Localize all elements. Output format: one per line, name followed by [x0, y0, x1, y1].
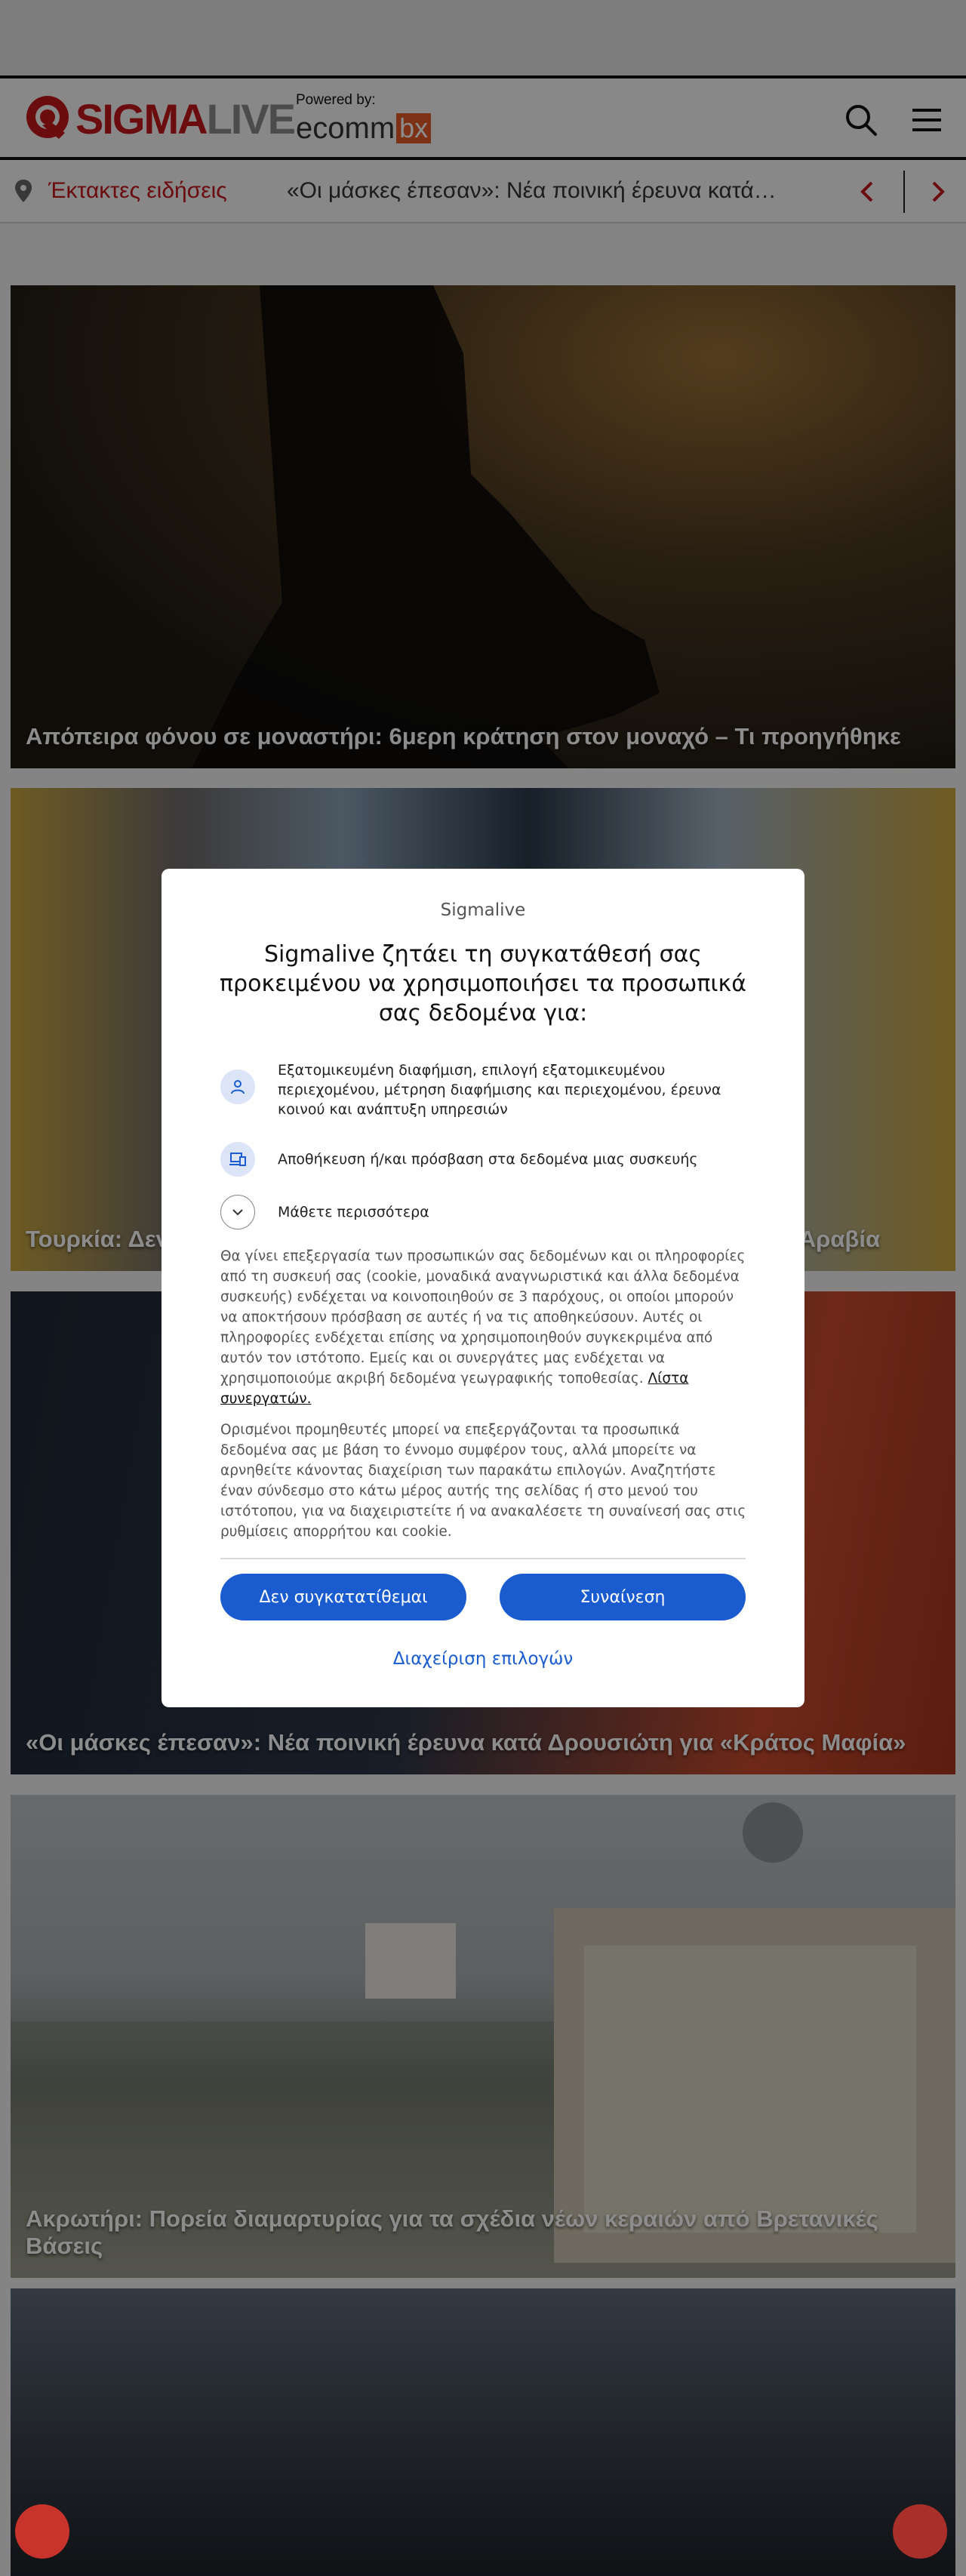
consent-purpose: Εξατομικευμένη διαφήμιση, επιλογή εξατομ…: [220, 1060, 749, 1119]
manage-options-link[interactable]: Διαχείριση επιλογών: [162, 1649, 804, 1669]
accessibility-icon[interactable]: [15, 2504, 69, 2559]
purpose-text: Αποθήκευση ή/και πρόσβαση στα δεδομένα μ…: [278, 1151, 698, 1168]
consent-dialog: Sigmalive Sigmalive ζητάει τη συγκατάθεσ…: [162, 869, 804, 1707]
consent-title: Sigmalive ζητάει τη συγκατάθεσή σας προκ…: [219, 941, 746, 1026]
consent-paragraph: Θα γίνει επεξεργασία των προσωπικών σας …: [220, 1248, 746, 1407]
consent-purpose: Αποθήκευση ή/και πρόσβαση στα δεδομένα μ…: [220, 1142, 749, 1177]
consent-brand: Sigmalive: [440, 900, 526, 920]
consent-paragraph: Ορισμένοι προμηθευτές μπορεί να επεξεργά…: [220, 1422, 746, 1540]
accept-button[interactable]: Συναίνεση: [500, 1574, 746, 1620]
purpose-text: Εξατομικευμένη διαφήμιση, επιλογή εξατομ…: [278, 1062, 721, 1118]
decline-button[interactable]: Δεν συγκατατίθεμαι: [220, 1574, 466, 1620]
learn-more-label[interactable]: Μάθετε περισσότερα: [278, 1195, 429, 1222]
devices-icon: [220, 1142, 255, 1177]
person-icon: [220, 1069, 255, 1104]
learn-more-toggle[interactable]: Μάθετε περισσότερα: [220, 1195, 749, 1230]
chevron-down-icon[interactable]: [220, 1195, 255, 1230]
divider: [220, 1558, 746, 1559]
chat-icon[interactable]: [893, 2504, 947, 2559]
